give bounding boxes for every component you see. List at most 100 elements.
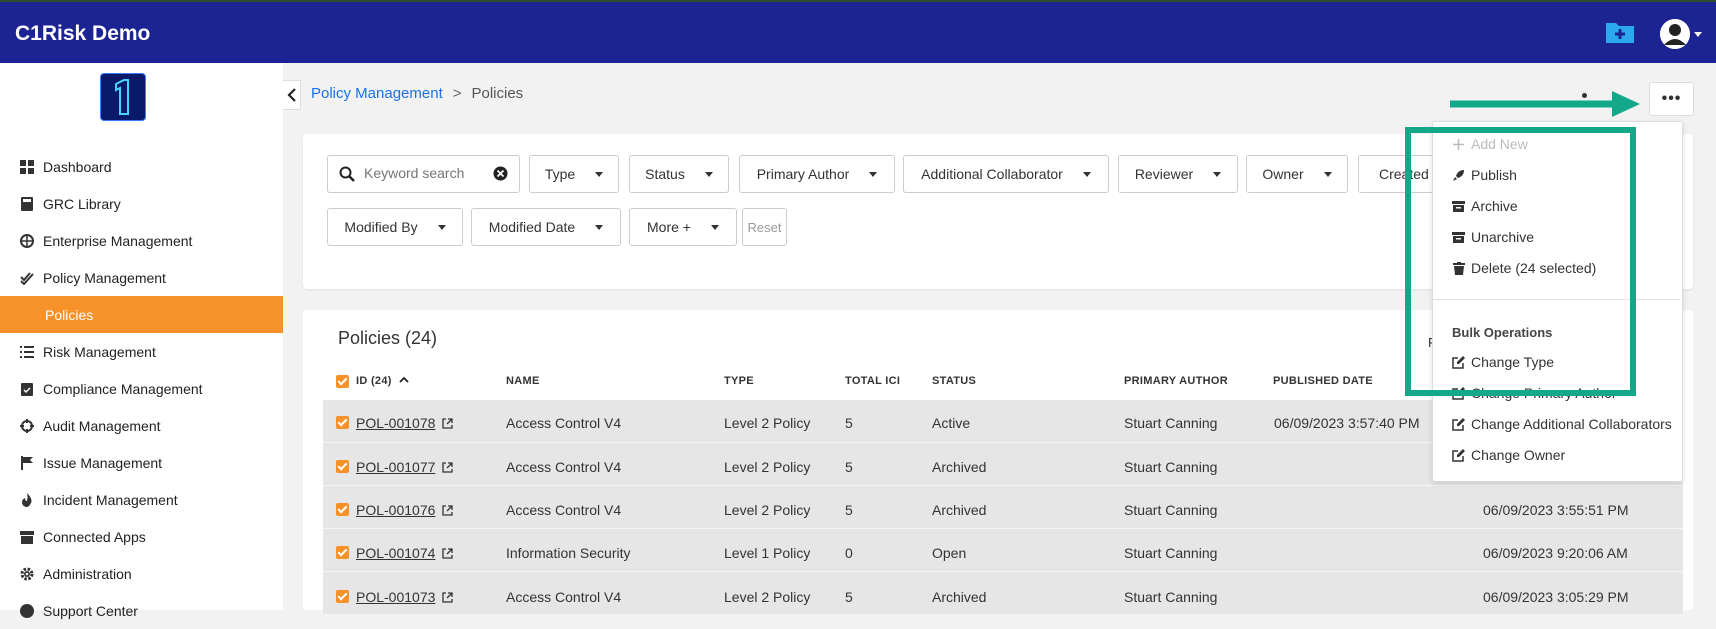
gear-icon xyxy=(19,566,35,582)
filter-type[interactable]: Type xyxy=(529,155,619,193)
external-link-icon[interactable] xyxy=(442,460,454,476)
sidebar-item-label: Policies xyxy=(45,306,94,323)
sidebar-item-risk-management[interactable]: Risk Management xyxy=(0,333,283,370)
policy-id-link[interactable]: POL-001078 xyxy=(356,415,435,431)
fire-icon xyxy=(19,492,35,508)
sidebar-item-administration[interactable]: Administration xyxy=(0,555,283,592)
sidebar-item-policies[interactable]: Policies xyxy=(0,296,283,333)
row-type: Level 2 Policy xyxy=(724,459,811,475)
header-published-date[interactable]: PUBLISHED DATE xyxy=(1273,375,1373,387)
header-total-ici[interactable]: TOTAL ICI xyxy=(845,375,900,387)
filter-reviewer[interactable]: Reviewer xyxy=(1118,155,1238,193)
row-id[interactable]: POL-001074 xyxy=(356,545,454,562)
row-id[interactable]: POL-001076 xyxy=(356,502,454,519)
filter-more[interactable]: More + xyxy=(629,208,737,246)
filter-label: Additional Collaborator xyxy=(921,166,1063,182)
sidebar-item-label: Incident Management xyxy=(43,491,178,508)
filter-primary-author[interactable]: Primary Author xyxy=(739,155,895,193)
row-name: Access Control V4 xyxy=(506,589,622,605)
menu-change-additional-collaborators[interactable]: Change Additional Collaborators xyxy=(1452,416,1672,432)
reset-button[interactable]: Reset xyxy=(742,208,787,246)
policy-id-link[interactable]: POL-001073 xyxy=(356,589,435,605)
chevron-down-icon[interactable] xyxy=(1694,32,1702,37)
sidebar-item-label: Policy Management xyxy=(43,269,166,286)
row-checkbox[interactable] xyxy=(336,590,349,603)
row-total-ici: 0 xyxy=(845,545,853,561)
row-id[interactable]: POL-001073 xyxy=(356,589,454,606)
search-icon xyxy=(339,166,355,187)
menu-change-owner[interactable]: Change Owner xyxy=(1452,447,1565,463)
search-input[interactable] xyxy=(362,164,486,182)
row-name: Access Control V4 xyxy=(506,502,622,518)
sidebar-item-enterprise-management[interactable]: Enterprise Management xyxy=(0,222,283,259)
row-checkbox[interactable] xyxy=(336,546,349,559)
policy-id-link[interactable]: POL-001077 xyxy=(356,459,435,475)
check-double-icon xyxy=(19,270,35,286)
more-actions-button[interactable]: ••• xyxy=(1649,82,1694,116)
sidebar-item-grc-library[interactable]: GRC Library xyxy=(0,185,283,222)
sidebar-item-label: Risk Management xyxy=(43,343,156,360)
filter-owner[interactable]: Owner xyxy=(1246,155,1348,193)
sidebar-item-compliance-management[interactable]: Compliance Management xyxy=(0,370,283,407)
header-status[interactable]: STATUS xyxy=(932,375,976,387)
row-name: Access Control V4 xyxy=(506,415,622,431)
row-primary-author: Stuart Canning xyxy=(1124,502,1218,518)
header-type[interactable]: TYPE xyxy=(724,375,754,387)
filter-additional-collaborator[interactable]: Additional Collaborator xyxy=(903,155,1109,193)
row-checkbox[interactable] xyxy=(336,503,349,516)
row-checkbox[interactable] xyxy=(336,460,349,473)
table-title: Policies (24) xyxy=(338,328,438,348)
sidebar-item-label: Audit Management xyxy=(43,417,161,434)
arrow-annotation-icon xyxy=(1450,91,1640,117)
select-all-checkbox[interactable] xyxy=(336,375,349,388)
sidebar-item-label: Connected Apps xyxy=(43,528,146,545)
breadcrumb-current: Policies xyxy=(471,85,524,102)
row-id[interactable]: POL-001078 xyxy=(356,415,454,432)
header-id[interactable]: ID (24) xyxy=(356,375,409,387)
sidebar-item-incident-management[interactable]: Incident Management xyxy=(0,481,283,518)
filter-status[interactable]: Status xyxy=(629,155,729,193)
external-link-icon[interactable] xyxy=(442,416,454,432)
filter-modified-date[interactable]: Modified Date xyxy=(471,208,621,246)
sidebar-item-connected-apps[interactable]: Connected Apps xyxy=(0,518,283,555)
row-checkbox[interactable] xyxy=(336,416,349,429)
filter-label: Status xyxy=(645,166,685,182)
external-link-icon[interactable] xyxy=(442,590,454,606)
policy-id-link[interactable]: POL-001076 xyxy=(356,502,435,518)
sidebar-item-issue-management[interactable]: Issue Management xyxy=(0,444,283,481)
sidebar-item-dashboard[interactable]: Dashboard xyxy=(0,148,283,185)
row-type: Level 2 Policy xyxy=(724,589,811,605)
sidebar-item-label: GRC Library xyxy=(43,195,121,212)
clipboard-check-icon xyxy=(19,381,35,397)
row-primary-author: Stuart Canning xyxy=(1124,589,1218,605)
header-primary-author[interactable]: PRIMARY AUTHOR xyxy=(1124,375,1228,387)
caret-down-icon xyxy=(1323,171,1332,177)
globe-icon xyxy=(19,233,35,249)
book-icon xyxy=(19,196,35,212)
menu-label: Change Additional Collaborators xyxy=(1471,416,1672,432)
row-name: Access Control V4 xyxy=(506,459,622,475)
policy-id-link[interactable]: POL-001074 xyxy=(356,545,435,561)
menu-label: Change Owner xyxy=(1471,447,1566,463)
external-link-icon[interactable] xyxy=(442,546,454,562)
external-link-icon[interactable] xyxy=(442,503,454,519)
row-status: Open xyxy=(932,545,967,561)
keyword-search-box[interactable] xyxy=(327,155,520,193)
sidebar-item-label: Support Center xyxy=(43,602,138,619)
collapse-sidebar-button[interactable] xyxy=(283,80,301,110)
sidebar-item-policy-management[interactable]: Policy Management xyxy=(0,259,283,296)
filter-label: Modified Date xyxy=(488,219,576,235)
header-name[interactable]: NAME xyxy=(506,375,540,387)
sidebar-item-audit-management[interactable]: Audit Management xyxy=(0,407,283,444)
row-primary-author: Stuart Canning xyxy=(1124,545,1218,561)
filter-modified-by[interactable]: Modified By xyxy=(327,208,463,246)
breadcrumb-policy-management[interactable]: Policy Management xyxy=(311,85,443,102)
user-avatar[interactable] xyxy=(1660,19,1690,49)
add-folder-icon[interactable] xyxy=(1605,20,1635,44)
row-total-ici: 5 xyxy=(845,589,853,605)
row-id[interactable]: POL-001077 xyxy=(356,459,454,476)
clear-search-icon[interactable] xyxy=(493,166,508,186)
row-name: Information Security xyxy=(506,545,631,561)
sidebar-item-support-center[interactable]: Support Center xyxy=(0,592,283,629)
filter-label: Primary Author xyxy=(756,166,850,182)
